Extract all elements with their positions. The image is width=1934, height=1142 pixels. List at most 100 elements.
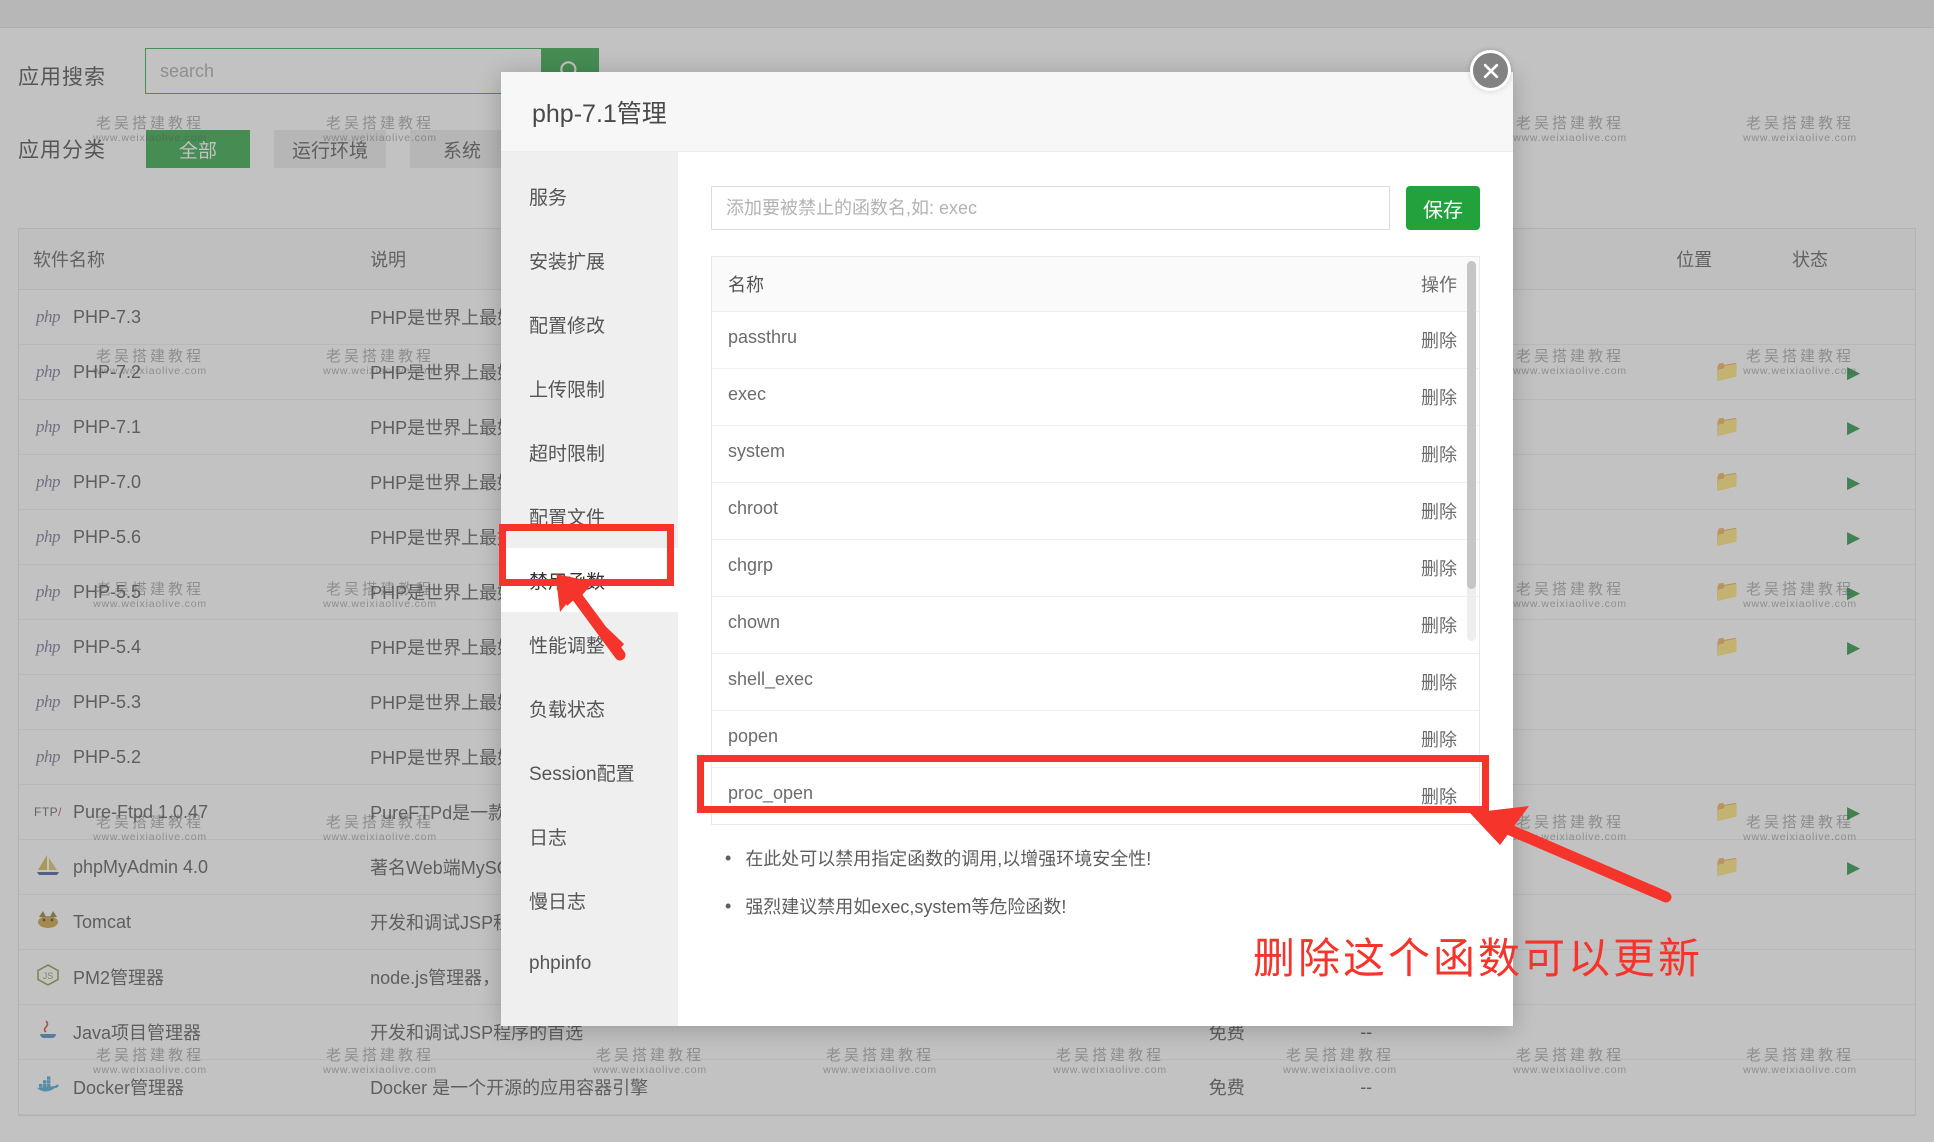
- sidebar-item-8[interactable]: 性能调整: [501, 612, 678, 676]
- sidebar-item-12[interactable]: 慢日志: [501, 868, 678, 932]
- folder-icon[interactable]: 📁: [1714, 800, 1740, 823]
- cell-status: ▶: [1778, 565, 1915, 620]
- delete-function-button[interactable]: 删除: [1369, 726, 1479, 752]
- folder-icon[interactable]: 📁: [1714, 470, 1740, 493]
- play-icon[interactable]: ▶: [1847, 803, 1860, 822]
- save-button[interactable]: 保存: [1406, 186, 1480, 230]
- function-name: system: [712, 441, 1369, 467]
- sidebar-item-label: 上传限制: [529, 375, 605, 402]
- sidebar-item-label: 服务: [529, 183, 567, 210]
- cell-location: 📁: [1662, 620, 1778, 675]
- category-button-runtime[interactable]: 运行环境: [274, 130, 386, 168]
- ftp-icon: FTP/: [34, 805, 62, 819]
- cell-name: JS PM2管理器: [19, 950, 356, 1005]
- close-button[interactable]: [1470, 50, 1511, 91]
- cell-desc: Docker 是一个开源的应用容器引擎: [356, 1060, 1093, 1115]
- function-name: chown: [712, 612, 1369, 638]
- java-icon: [35, 1018, 61, 1047]
- sidebar-item-label: 负载状态: [529, 695, 605, 722]
- delete-function-button[interactable]: 删除: [1369, 612, 1479, 638]
- cell-location: [1662, 730, 1778, 785]
- category-button-system[interactable]: 系统: [410, 130, 514, 168]
- play-icon[interactable]: ▶: [1847, 858, 1860, 877]
- delete-function-button[interactable]: 删除: [1369, 327, 1479, 353]
- note-item: •在此处可以禁用指定函数的调用,以增强环境安全性!: [725, 845, 1480, 871]
- function-table-rows: passthru删除exec删除system删除chroot删除chgrp删除c…: [712, 312, 1479, 824]
- sidebar-item-11[interactable]: 日志: [501, 804, 678, 868]
- function-table: 名称 操作 passthru删除exec删除system删除chroot删除ch…: [711, 256, 1480, 825]
- cell-location: 📁: [1662, 565, 1778, 620]
- cell-name: phpPHP-5.6: [19, 510, 356, 565]
- function-row: chown删除: [712, 597, 1479, 654]
- nodejs-icon: JS: [35, 963, 61, 992]
- cell-expire: --: [1346, 1060, 1662, 1115]
- cell-name: php PHP-7.3: [19, 290, 356, 345]
- sidebar-item-3[interactable]: 配置修改: [501, 292, 678, 356]
- sidebar-item-4[interactable]: 上传限制: [501, 356, 678, 420]
- play-icon[interactable]: ▶: [1847, 363, 1860, 382]
- disabled-function-input[interactable]: [711, 186, 1390, 230]
- sidebar-item-5[interactable]: 超时限制: [501, 420, 678, 484]
- play-icon[interactable]: ▶: [1847, 418, 1860, 437]
- search-input[interactable]: [145, 48, 541, 94]
- php-icon: php: [36, 692, 60, 712]
- delete-function-button[interactable]: 删除: [1369, 783, 1479, 809]
- modal-sidebar: 服务安装扩展配置修改上传限制超时限制配置文件禁用函数性能调整负载状态 Sessio…: [501, 152, 678, 1026]
- cell-status: [1778, 290, 1915, 345]
- sidebar-item-10[interactable]: Session配置: [501, 740, 678, 804]
- function-name: exec: [712, 384, 1369, 410]
- php-icon: php: [36, 307, 60, 327]
- sidebar-item-1[interactable]: 服务: [501, 164, 678, 228]
- cell-location: [1662, 1005, 1778, 1060]
- cell-name: phpPHP-7.0: [19, 455, 356, 510]
- delete-function-button[interactable]: 删除: [1369, 441, 1479, 467]
- col-header-status: 状态: [1778, 229, 1915, 290]
- folder-icon[interactable]: 📁: [1714, 525, 1740, 548]
- delete-function-button[interactable]: 删除: [1369, 384, 1479, 410]
- folder-icon[interactable]: 📁: [1714, 635, 1740, 658]
- search-label: 应用搜索: [18, 61, 106, 91]
- cell-name: phpPHP-5.5: [19, 565, 356, 620]
- play-icon[interactable]: ▶: [1847, 583, 1860, 602]
- delete-function-button[interactable]: 删除: [1369, 669, 1479, 695]
- folder-icon[interactable]: 📁: [1714, 415, 1740, 438]
- sidebar-item-2[interactable]: 安装扩展: [501, 228, 678, 292]
- app-name-label: PHP-5.6: [73, 527, 141, 548]
- sidebar-item-7[interactable]: 禁用函数: [501, 548, 678, 612]
- sidebar-item-label: 禁用函数: [529, 567, 605, 594]
- add-function-row: 保存: [711, 186, 1480, 230]
- cell-location: [1662, 290, 1778, 345]
- app-name-label: Java项目管理器: [73, 1019, 201, 1045]
- category-button-all[interactable]: 全部: [146, 130, 250, 168]
- sidebar-item-label: 安装扩展: [529, 247, 605, 274]
- cell-location: [1662, 895, 1778, 950]
- sidebar-item-label: Session配置: [529, 759, 635, 786]
- cell-status: [1778, 730, 1915, 785]
- cell-status: ▶: [1778, 840, 1915, 895]
- folder-icon[interactable]: 📁: [1714, 855, 1740, 878]
- sidebar-item-13[interactable]: phpinfo: [501, 932, 678, 996]
- app-name-label: PM2管理器: [73, 964, 164, 990]
- cell-location: 📁: [1662, 400, 1778, 455]
- folder-icon[interactable]: 📁: [1714, 580, 1740, 603]
- delete-function-button[interactable]: 删除: [1369, 555, 1479, 581]
- function-list-scroll-thumb[interactable]: [1467, 261, 1476, 589]
- note-text: 强烈建议禁用如exec,system等危险函数!: [745, 893, 1066, 919]
- cell-status: [1778, 675, 1915, 730]
- cell-location: [1662, 675, 1778, 730]
- folder-icon[interactable]: 📁: [1714, 360, 1740, 383]
- app-name-label: PHP-7.3: [73, 307, 141, 328]
- function-list-scrollbar[interactable]: [1467, 261, 1476, 641]
- delete-function-button[interactable]: 删除: [1369, 498, 1479, 524]
- play-icon[interactable]: ▶: [1847, 638, 1860, 657]
- sidebar-item-9[interactable]: 负载状态: [501, 676, 678, 740]
- cell-location: 📁: [1662, 840, 1778, 895]
- play-icon[interactable]: ▶: [1847, 473, 1860, 492]
- table-row[interactable]: Docker管理器Docker 是一个开源的应用容器引擎免费--: [19, 1060, 1915, 1115]
- docker-icon: [35, 1073, 61, 1102]
- sidebar-item-6[interactable]: 配置文件: [501, 484, 678, 548]
- play-icon[interactable]: ▶: [1847, 528, 1860, 547]
- app-name-label: PHP-5.3: [73, 692, 141, 713]
- category-buttons: 全部 运行环境 系统: [146, 130, 514, 168]
- cell-status: [1778, 950, 1915, 1005]
